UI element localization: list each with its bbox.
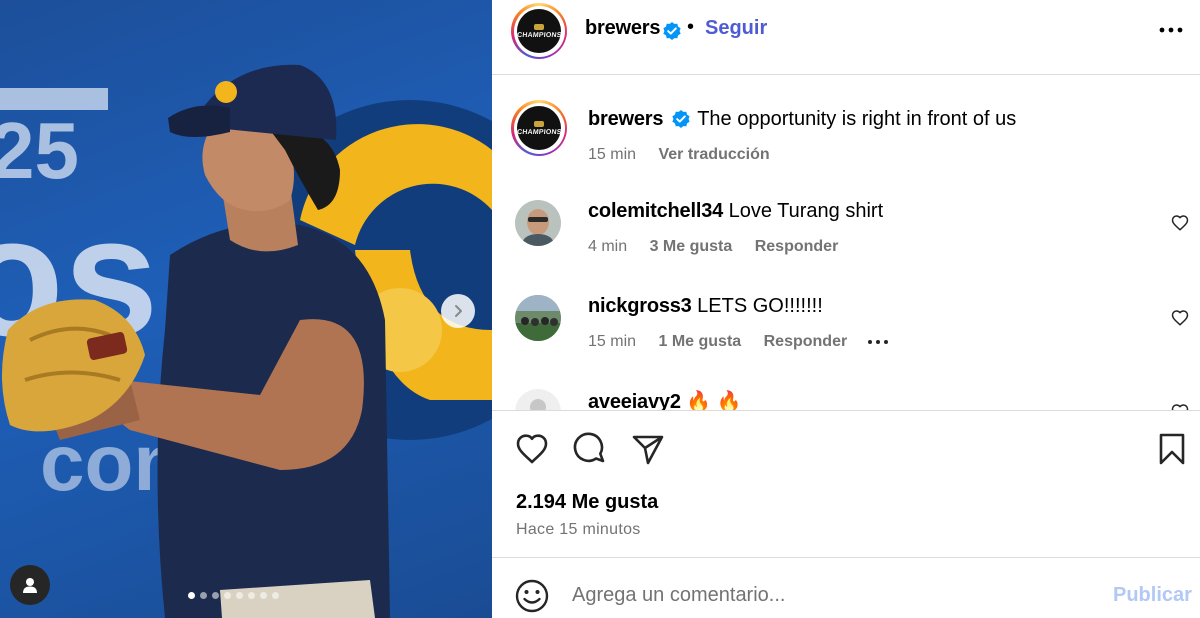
champions-logo: CHAMPIONS bbox=[516, 106, 562, 150]
caption-time: 15 min bbox=[588, 146, 637, 163]
tagged-users-button[interactable] bbox=[10, 565, 50, 605]
like-heart-icon[interactable] bbox=[514, 431, 550, 467]
comments-list[interactable]: colemitchell34 Love Turang shirt 4 min 3… bbox=[492, 180, 1200, 410]
verified-icon bbox=[663, 22, 681, 40]
comment-likes[interactable]: 3 Me gusta bbox=[650, 238, 733, 255]
comment-username[interactable]: nickgross3 bbox=[588, 295, 692, 317]
carousel-dot bbox=[236, 592, 243, 599]
reply-button[interactable]: Responder bbox=[755, 238, 839, 255]
add-comment-bar: Publicar bbox=[492, 558, 1200, 618]
verified-icon bbox=[672, 110, 690, 129]
comment-icon[interactable] bbox=[572, 431, 608, 467]
commenter-avatar[interactable] bbox=[515, 295, 561, 341]
more-icon[interactable] bbox=[1156, 20, 1186, 40]
carousel-indicator bbox=[188, 592, 279, 599]
translate-link[interactable]: Ver traducción bbox=[658, 146, 769, 163]
heart-icon[interactable] bbox=[1171, 214, 1189, 232]
carousel-dot bbox=[200, 592, 207, 599]
champions-logo: CHAMPIONS bbox=[516, 9, 562, 53]
chevron-right-icon bbox=[455, 305, 462, 317]
comment-item: colemitchell34 Love Turang shirt 4 min 3… bbox=[492, 200, 1200, 280]
likes-count[interactable]: 2.194 Me gusta bbox=[516, 491, 658, 514]
comment-time: 15 min bbox=[588, 333, 637, 350]
carousel-dot bbox=[212, 592, 219, 599]
comment-text: Love Turang shirt bbox=[728, 200, 884, 222]
follow-button[interactable]: Seguir bbox=[705, 17, 767, 40]
comment-username[interactable]: aveeiavy2 bbox=[588, 391, 681, 410]
comment-time: 4 min bbox=[588, 238, 628, 255]
carousel-dot bbox=[248, 592, 255, 599]
comment-input[interactable] bbox=[572, 580, 1092, 610]
heart-icon[interactable] bbox=[1171, 309, 1189, 327]
post-header: CHAMPIONS brewers • Seguir bbox=[492, 0, 1200, 75]
share-icon[interactable] bbox=[630, 431, 666, 467]
caption-username[interactable]: brewers bbox=[588, 108, 664, 130]
publish-button[interactable]: Publicar bbox=[1113, 584, 1192, 607]
user-tag-icon bbox=[23, 578, 37, 593]
carousel-dot bbox=[224, 592, 231, 599]
heart-icon[interactable] bbox=[1171, 403, 1189, 410]
separator: • bbox=[687, 16, 695, 38]
carousel-dot bbox=[260, 592, 267, 599]
author-avatar[interactable]: CHAMPIONS bbox=[511, 3, 567, 59]
caption-avatar[interactable]: CHAMPIONS bbox=[511, 100, 567, 156]
commenter-avatar[interactable] bbox=[515, 200, 561, 246]
comment-text: LETS GO!!!!!!! bbox=[697, 295, 823, 317]
carousel-dot bbox=[188, 592, 195, 599]
reply-button[interactable]: Responder bbox=[764, 333, 848, 350]
carousel-dot bbox=[272, 592, 279, 599]
commenter-avatar[interactable] bbox=[515, 389, 561, 410]
post-sidebar: CHAMPIONS brewers • Seguir CHAMPIONS bre… bbox=[492, 0, 1200, 618]
comment-text: 🔥 🔥 bbox=[686, 391, 742, 410]
comment-item: aveeiavy2 🔥 🔥 bbox=[492, 389, 1200, 410]
action-bar: 2.194 Me gusta Hace 15 minutos bbox=[492, 410, 1200, 558]
author-username[interactable]: brewers bbox=[585, 17, 661, 40]
comment-more-icon[interactable] bbox=[866, 338, 890, 346]
bookmark-icon[interactable] bbox=[1154, 431, 1190, 467]
post-photo: 25 os com bbox=[0, 0, 492, 618]
post-timestamp: Hace 15 minutos bbox=[516, 521, 641, 538]
photo-scene: 25 os com bbox=[0, 64, 492, 618]
comment-likes[interactable]: 1 Me gusta bbox=[658, 333, 741, 350]
emoji-icon[interactable] bbox=[514, 578, 550, 614]
comment-item: nickgross3 LETS GO!!!!!!! 15 min 1 Me gu… bbox=[492, 295, 1200, 375]
comment-username[interactable]: colemitchell34 bbox=[588, 200, 723, 222]
caption-text: The opportunity is right in front of us bbox=[697, 108, 1017, 130]
carousel-next-button[interactable] bbox=[441, 294, 475, 328]
